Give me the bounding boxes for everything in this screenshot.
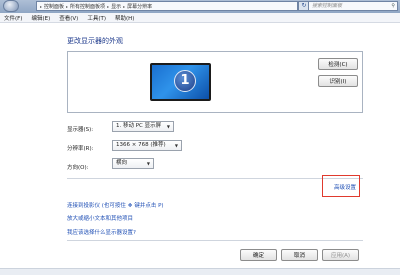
resolution-select[interactable]: 1366 × 768 (推荐) ▼ [112,140,182,151]
section-divider [67,178,363,179]
menu-bar: 文件(F) 编辑(E) 查看(V) 工具(T) 帮助(H) [0,13,400,23]
monitor-number-badge: 1 [174,70,196,92]
menu-view[interactable]: 查看(V) [59,14,78,22]
back-forward-icon[interactable] [3,0,19,12]
resolution-select-value: 1366 × 768 (推荐) [116,142,166,148]
menu-edit[interactable]: 编辑(E) [31,14,50,22]
breadcrumb-control-panel[interactable]: 控制面板 [44,3,64,10]
cancel-button[interactable]: 取消 [281,249,318,261]
display-select[interactable]: 1. 移动 PC 显示屏 ▼ [112,121,174,132]
chevron-down-icon: ▼ [166,124,170,129]
search-icon[interactable]: ⚲ [391,2,395,10]
orientation-select[interactable]: 横向 ▼ [112,158,154,169]
advanced-settings-link[interactable]: 高级设置 [334,183,356,191]
breadcrumb-arrow-icon: ▸ [66,3,69,9]
status-bar [0,268,400,275]
breadcrumb-resolution[interactable]: 屏幕分辨率 [127,3,152,10]
text-size-link[interactable]: 放大或缩小文本和其他项目 [67,214,133,222]
orientation-label: 方向(O): [67,165,89,171]
ok-button[interactable]: 确定 [240,249,277,261]
display-label: 显示器(S): [67,127,94,133]
projector-link[interactable]: 连接到投影仪 (也可按住 ❖ 键并点击 P) [67,201,164,209]
search-placeholder: 搜索控制面板 [312,3,343,9]
chevron-down-icon: ▼ [146,161,150,166]
apply-button[interactable]: 应用(A) [322,249,359,261]
search-input[interactable]: 搜索控制面板 ⚲ [308,1,398,11]
menu-help[interactable]: 帮助(H) [115,14,134,22]
footer-divider [67,240,363,241]
settings-help-link[interactable]: 我应该选择什么显示器设置? [67,228,136,236]
page-title: 更改显示器的外观 [67,37,123,45]
chevron-down-icon: ▼ [174,143,178,148]
breadcrumb-arrow-icon: ▸ [107,3,110,9]
breadcrumb-display[interactable]: 显示 [111,3,121,10]
breadcrumb-all-items[interactable]: 所有控制面板项 [70,3,105,10]
identify-button[interactable]: 识别(I) [318,75,358,87]
menu-tools[interactable]: 工具(T) [87,14,106,22]
orientation-select-value: 横向 [116,160,128,166]
address-bar[interactable]: ▸ 控制面板 ▸ 所有控制面板项 ▸ 显示 ▸ 屏幕分辨率 [36,1,298,11]
resolution-label: 分辨率(R): [67,146,94,152]
breadcrumb-arrow-icon: ▸ [40,3,43,9]
breadcrumb-arrow-icon: ▸ [123,3,126,9]
detect-button[interactable]: 检测(C) [318,58,358,70]
display-select-value: 1. 移动 PC 显示屏 [116,123,162,129]
menu-file[interactable]: 文件(F) [4,14,22,22]
